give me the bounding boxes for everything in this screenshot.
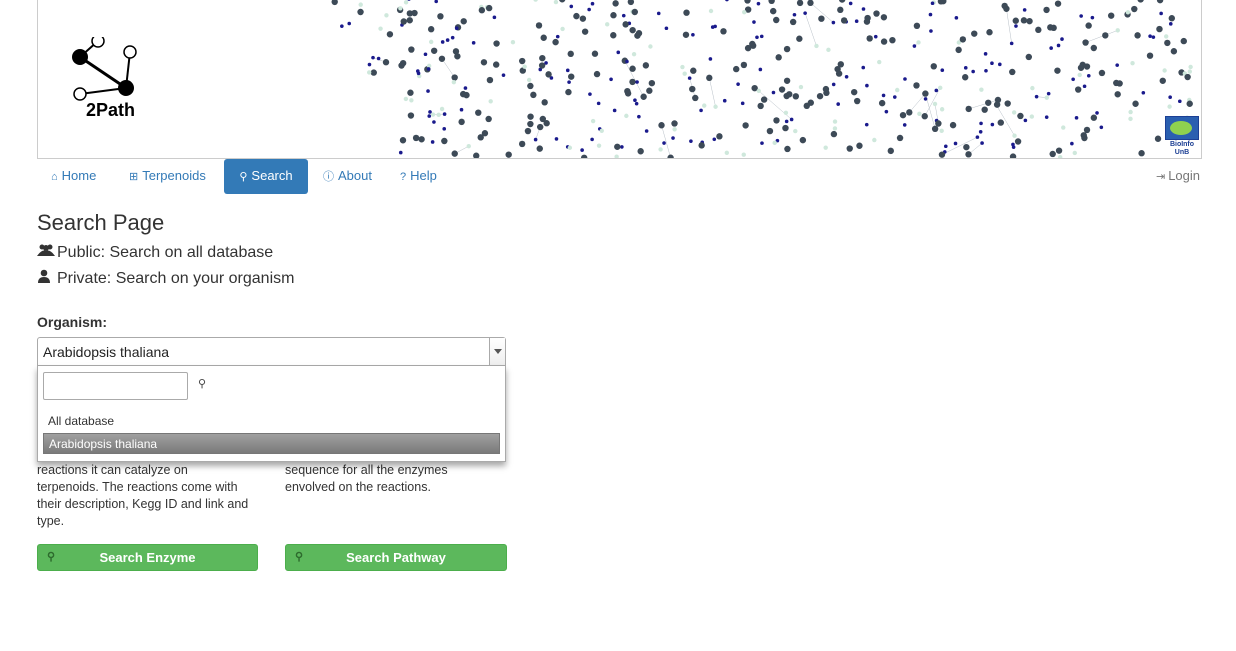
organism-label: Organism:: [37, 314, 108, 330]
search-icon: ⚲: [295, 551, 304, 563]
users-icon: [37, 243, 55, 262]
enzyme-desc-line: their description, Kegg ID and link and: [37, 497, 249, 511]
bioinfo-line1: BioInfo: [1169, 141, 1195, 148]
enzyme-desc-line: type.: [37, 514, 65, 528]
user-icon: [37, 269, 53, 288]
pathway-desc-line: sequence for all the enzymes: [285, 463, 448, 477]
nav-terpenoids-label: Terpenoids: [142, 168, 206, 183]
search-icon: ⚲: [198, 378, 207, 390]
private-line-text: Private: Search on your organism: [57, 270, 295, 287]
nav-help[interactable]: ? Help: [386, 159, 451, 194]
login-label: Login: [1168, 168, 1200, 183]
nav-home-label: Home: [61, 168, 97, 183]
enzyme-desc-line: terpenoids. The reactions come with: [37, 480, 238, 494]
dropdown-search-input[interactable]: [43, 372, 188, 400]
private-info: Private: Search on your organism: [37, 269, 294, 288]
question-icon: ?: [400, 171, 407, 183]
dropdown-option-selected[interactable]: Arabidopsis thaliana: [43, 433, 500, 454]
search-icon: ⚲: [239, 171, 248, 183]
public-line-text: Public: Search on all database: [57, 244, 274, 261]
main-nav: ⌂ Home ⊞ Terpenoids ⚲ Search ⓘ About ? Help: [37, 159, 1200, 194]
nav-about-label: About: [338, 168, 372, 183]
logo-text: 2Path: [86, 100, 136, 120]
nav-search-label: Search: [251, 168, 293, 183]
pathway-desc-line: envolved on the reactions.: [285, 480, 431, 494]
network-graph-image: [331, 0, 1193, 158]
search-enzyme-button[interactable]: ⚲ Search Enzyme: [37, 544, 258, 571]
nav-home[interactable]: ⌂ Home: [37, 159, 110, 194]
page-title: Search Page: [37, 210, 165, 235]
bioinfo-logo: BioInfo UnB: [1165, 116, 1199, 156]
sitemap-icon: ⊞: [129, 171, 139, 183]
search-pathway-label: Search Pathway: [346, 550, 446, 565]
header-banner: 2Path BioInfo UnB: [37, 0, 1202, 159]
search-pathway-button[interactable]: ⚲ Search Pathway: [285, 544, 507, 571]
chevron-down-icon[interactable]: [489, 338, 505, 365]
nav-about[interactable]: ⓘ About: [309, 159, 386, 194]
dropdown-option[interactable]: All database: [43, 411, 500, 432]
search-icon: ⚲: [47, 551, 56, 563]
bioinfo-flag-icon: [1165, 116, 1199, 140]
enzyme-desc-line: reactions it can catalyze on: [37, 463, 188, 477]
home-icon: ⌂: [51, 171, 58, 183]
login-link[interactable]: ⇥ Login: [1156, 159, 1200, 194]
nav-search[interactable]: ⚲ Search: [224, 159, 308, 194]
info-icon: ⓘ: [323, 171, 334, 183]
public-info: Public: Search on all database: [37, 243, 273, 262]
login-icon: ⇥: [1155, 171, 1166, 183]
nav-terpenoids[interactable]: ⊞ Terpenoids: [115, 159, 220, 194]
pathway-description: sequence for all the enzymes envolved on…: [285, 462, 448, 496]
bioinfo-line2: UnB: [1174, 149, 1190, 156]
enzyme-description: reactions it can catalyze on terpenoids.…: [37, 462, 248, 530]
nav-help-label: Help: [410, 168, 437, 183]
organism-dropdown: ⚲ All database Arabidopsis thaliana: [37, 366, 506, 462]
organism-select[interactable]: Arabidopsis thaliana: [37, 337, 506, 366]
organism-select-value: Arabidopsis thaliana: [43, 344, 170, 360]
search-enzyme-label: Search Enzyme: [99, 550, 196, 565]
